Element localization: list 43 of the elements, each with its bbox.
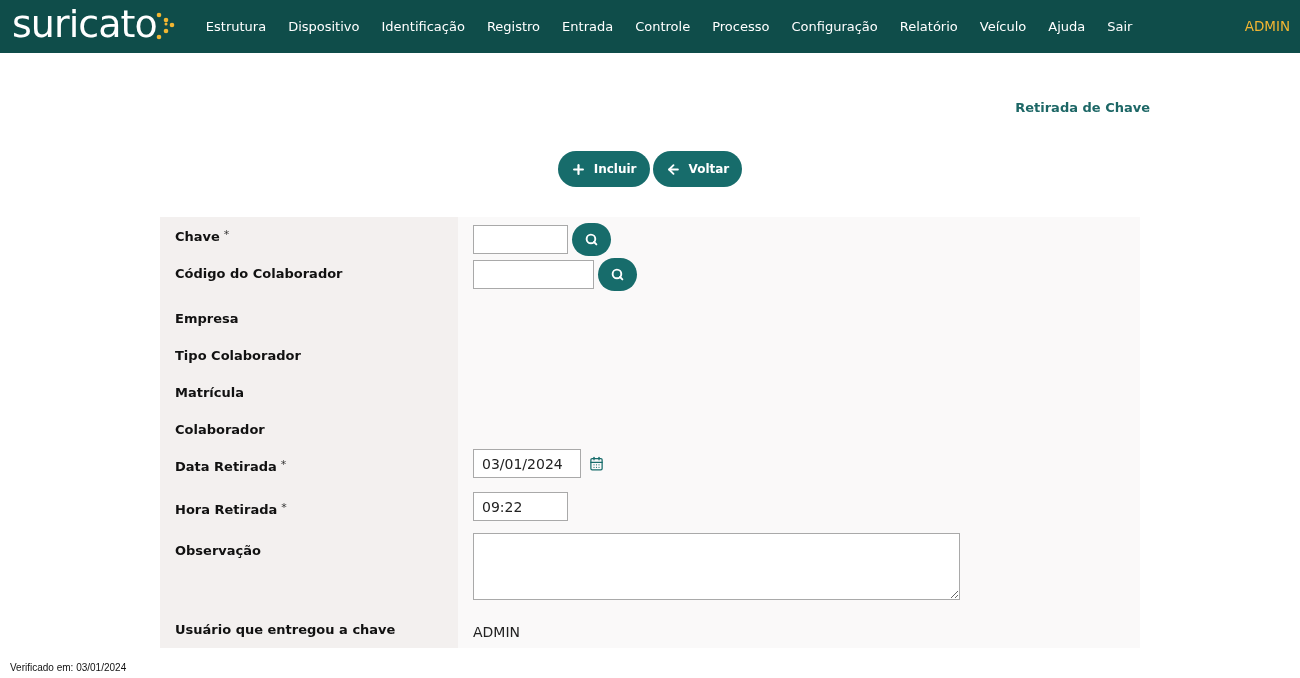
nav-link[interactable]: Registro	[475, 16, 552, 36]
field-label: Data Retirada	[175, 458, 277, 476]
calendar-icon[interactable]	[589, 456, 604, 471]
nav-link[interactable]: Veículo	[968, 16, 1038, 36]
nav-link[interactable]: Processo	[701, 16, 781, 36]
back-button[interactable]: Voltar	[652, 151, 743, 187]
search-button[interactable]	[598, 258, 637, 291]
field-value: ADMIN	[473, 624, 521, 640]
plus-icon	[570, 161, 586, 177]
time-field[interactable]: 09:22	[473, 492, 568, 521]
nav-link[interactable]: Sair	[1096, 16, 1144, 36]
text-field[interactable]	[473, 260, 594, 289]
nav-link[interactable]: Ajuda	[1037, 16, 1097, 36]
required-mark: *	[223, 227, 230, 243]
nav-link[interactable]: Controle	[624, 16, 702, 36]
field-label: Empresa	[175, 310, 239, 328]
page-title: Retirada de Chave	[1015, 98, 1150, 117]
brand-logo-text: suricato	[12, 5, 157, 44]
search-icon	[611, 268, 624, 281]
required-mark: *	[280, 457, 287, 473]
search-icon	[585, 233, 598, 246]
nav-link[interactable]: Identificação	[370, 16, 476, 36]
nav-link[interactable]: Estrutura	[194, 16, 278, 36]
user-name[interactable]: ADMIN	[1244, 16, 1290, 37]
field-label: Usuário que entregou a chave	[175, 621, 396, 639]
field-label: Chave	[175, 228, 220, 246]
add-button[interactable]: Incluir	[557, 151, 650, 187]
observation-field[interactable]	[473, 533, 960, 600]
required-mark: *	[281, 500, 287, 516]
date-field[interactable]: 03/01/2024	[473, 449, 581, 478]
field-label: Tipo Colaborador	[175, 347, 301, 365]
text-field[interactable]	[473, 225, 568, 254]
field-label: Observação	[175, 542, 261, 560]
nav-link[interactable]: Entrada	[551, 16, 625, 36]
footer-text: Verificado em: 03/01/2024	[10, 662, 127, 673]
field-label: Código do Colaborador	[175, 265, 343, 283]
field-label: Hora Retirada	[175, 501, 278, 519]
search-button[interactable]	[572, 223, 611, 256]
nav-link[interactable]: Dispositivo	[277, 16, 371, 36]
field-label: Colaborador	[175, 421, 265, 439]
nav-link[interactable]: Configuração	[780, 16, 889, 36]
field-label: Matrícula	[175, 384, 244, 402]
nav-link[interactable]: Relatório	[888, 16, 969, 36]
